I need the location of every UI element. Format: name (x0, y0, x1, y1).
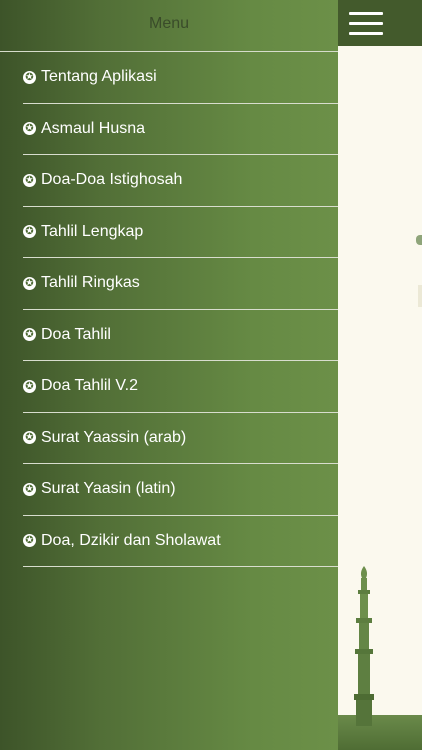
menu-item-label: Doa, Dzikir dan Sholawat (41, 531, 221, 549)
star-circle-icon: ✪ (23, 534, 36, 548)
star-circle-icon: ✪ (23, 431, 36, 445)
star-circle-icon: ✪ (23, 276, 36, 290)
app-screen: Menu ✪ Tentang Aplikasi ✪ Asmaul Husna ✪… (0, 0, 422, 750)
menu-list: ✪ Tentang Aplikasi ✪ Asmaul Husna ✪ Doa-… (23, 52, 338, 567)
decorative-shape (418, 285, 422, 307)
drawer-header: Menu (0, 0, 338, 52)
menu-item-doa-dzikir-sholawat[interactable]: ✪ Doa, Dzikir dan Sholawat (23, 516, 338, 567)
menu-item-label: Doa Tahlil V.2 (41, 377, 138, 395)
menu-item-label: Doa Tahlil (41, 325, 111, 343)
hamburger-menu-icon[interactable] (349, 11, 383, 35)
star-circle-icon: ✪ (23, 173, 36, 187)
menu-item-doa-tahlil-v2[interactable]: ✪ Doa Tahlil V.2 (23, 361, 338, 413)
star-circle-icon: ✪ (23, 379, 36, 393)
menu-item-tahlil-ringkas[interactable]: ✪ Tahlil Ringkas (23, 258, 338, 310)
star-circle-icon: ✪ (23, 328, 36, 342)
menu-item-label: Tahlil Lengkap (41, 222, 144, 240)
star-circle-icon: ✪ (23, 225, 36, 239)
drawer-title: Menu (148, 15, 190, 32)
minaret-icon (354, 566, 374, 726)
menu-item-label: Surat Yaasin (latin) (41, 480, 176, 498)
star-circle-icon: ✪ (23, 482, 36, 496)
menu-item-label: Doa-Doa Istighosah (41, 171, 183, 189)
decorative-shape (416, 235, 422, 245)
menu-item-label: Asmaul Husna (41, 119, 146, 137)
menu-item-asmaul-husna[interactable]: ✪ Asmaul Husna (23, 104, 338, 155)
navigation-drawer: Menu ✪ Tentang Aplikasi ✪ Asmaul Husna ✪… (0, 0, 338, 750)
star-circle-icon: ✪ (23, 70, 36, 84)
menu-item-surat-yaasin-latin[interactable]: ✪ Surat Yaasin (latin) (23, 464, 338, 516)
menu-item-label: Surat Yaassin (arab) (41, 428, 187, 446)
menu-item-doa-tahlil[interactable]: ✪ Doa Tahlil (23, 310, 338, 361)
star-circle-icon: ✪ (23, 122, 36, 136)
menu-item-doa-istighosah[interactable]: ✪ Doa-Doa Istighosah (23, 155, 338, 207)
menu-item-tentang-aplikasi[interactable]: ✪ Tentang Aplikasi (23, 52, 338, 104)
menu-item-label: Tentang Aplikasi (41, 68, 157, 86)
menu-item-label: Tahlil Ringkas (41, 274, 140, 292)
menu-item-surat-yaassin-arab[interactable]: ✪ Surat Yaassin (arab) (23, 413, 338, 464)
menu-item-tahlil-lengkap[interactable]: ✪ Tahlil Lengkap (23, 207, 338, 258)
